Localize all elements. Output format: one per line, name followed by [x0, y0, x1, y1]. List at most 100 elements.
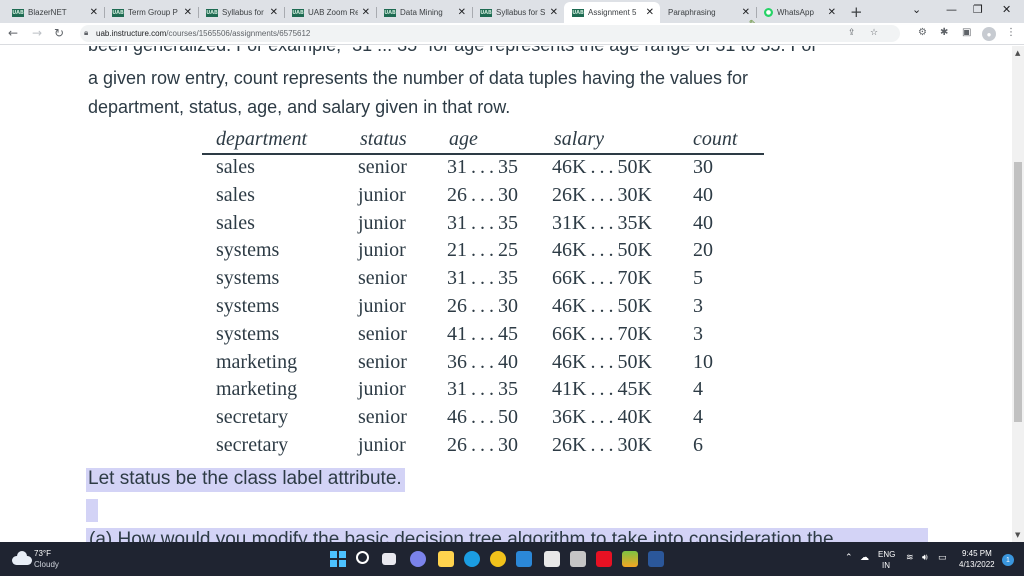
tab-assignment-5[interactable]: UAB Assignment 5 ✕	[564, 2, 660, 23]
browser-toolbar: ← → ↻ 🔒︎ uab.instructure.com/courses/156…	[0, 23, 1024, 45]
tab-whatsapp[interactable]: ● WhatsApp ✕	[756, 2, 842, 23]
close-icon[interactable]: ✕	[828, 7, 836, 18]
cloudy-weather-icon[interactable]	[10, 550, 32, 566]
url-domain: uab.instructure.com	[96, 29, 167, 38]
calendar-app-icon[interactable]	[570, 551, 586, 567]
word-icon[interactable]	[648, 551, 664, 567]
mail-icon[interactable]	[516, 551, 532, 567]
assignment-paragraph: a given row entry, count represents the …	[88, 64, 888, 122]
uab-favicon-icon: UAB	[384, 8, 396, 17]
uab-favicon-icon: UAB	[12, 8, 24, 17]
side-panel-icon[interactable]: ▣	[962, 27, 971, 38]
close-icon[interactable]: ✕	[90, 7, 98, 18]
tab-paraphrasing[interactable]: ✎ Paraphrasing ✕	[660, 2, 757, 30]
profile-avatar[interactable]: ●	[982, 27, 996, 41]
cell-department: systems	[216, 239, 280, 262]
cell-status: junior	[358, 239, 406, 262]
kebab-menu-icon[interactable]: ⋮	[1006, 27, 1016, 38]
cell-age: 26 . . . 30	[447, 433, 519, 456]
close-icon[interactable]: ✕	[458, 7, 466, 18]
tab-label: Syllabus for S	[222, 8, 266, 17]
window-close-icon[interactable]: ✕	[1002, 3, 1011, 16]
tab-blazernet[interactable]: UAB BlazerNET ✕	[4, 2, 104, 23]
cell-age: 31 . . . 35	[447, 267, 519, 290]
search-icon[interactable]	[356, 551, 369, 564]
paragraph-line: department, status, age, and salary give…	[88, 97, 511, 117]
tab-term-group[interactable]: UAB Term Group P ✕	[104, 2, 198, 23]
cloud-sync-icon[interactable]: ☁	[860, 553, 869, 563]
new-tab-button[interactable]: +	[850, 3, 863, 21]
tab-label: Paraphrasing	[668, 8, 716, 17]
tab-label: UAB Zoom Re	[308, 8, 358, 17]
cell-department: secretary	[216, 433, 289, 456]
url-path: /courses/1565506/assignments/6575612	[166, 29, 311, 38]
minimize-icon[interactable]: —	[946, 3, 957, 16]
cell-department: systems	[216, 322, 280, 345]
cell-department: secretary	[216, 406, 289, 429]
language-indicator[interactable]: ENG	[878, 550, 895, 559]
tab-data-mining[interactable]: UAB Data Mining ✕	[376, 2, 472, 23]
tab-syllabus-1[interactable]: UAB Syllabus for S ✕	[198, 2, 284, 23]
file-explorer-icon[interactable]	[438, 551, 454, 567]
cell-count: 6	[693, 433, 703, 456]
cell-count: 4	[693, 406, 703, 429]
tab-search-chevron-icon[interactable]: ⌄	[912, 3, 921, 16]
close-icon[interactable]: ✕	[646, 7, 654, 18]
volume-icon[interactable]: 🔊︎	[922, 553, 928, 563]
clock-time[interactable]: 9:45 PM	[962, 549, 992, 558]
cell-age: 26 . . . 30	[447, 183, 519, 206]
battery-icon[interactable]: ▭	[938, 553, 947, 563]
scroll-up-arrow-icon[interactable]: ▲	[1015, 49, 1020, 57]
notification-badge[interactable]: 1	[1002, 554, 1014, 566]
edge-browser-icon[interactable]	[464, 551, 480, 567]
address-bar[interactable]: 🔒︎ uab.instructure.com/courses/1565506/a…	[80, 25, 900, 42]
cell-salary: 46K . . . 50K	[552, 156, 652, 178]
cell-department: sales	[216, 211, 255, 234]
cell-age: 31 . . . 35	[447, 156, 519, 178]
reload-icon[interactable]: ↻	[54, 26, 64, 40]
windows-start-icon[interactable]	[330, 551, 346, 567]
close-icon[interactable]: ✕	[270, 7, 278, 18]
bookmark-star-icon[interactable]: ☆	[870, 28, 878, 38]
layers-app-icon[interactable]	[622, 551, 638, 567]
scrollbar-thumb[interactable]	[1014, 162, 1022, 422]
close-icon[interactable]: ✕	[362, 7, 370, 18]
highlighted-statement: Let status be the class label attribute.	[86, 468, 405, 492]
tab-label: BlazerNET	[28, 8, 67, 17]
tab-uab-zoom[interactable]: UAB UAB Zoom Re ✕	[284, 2, 376, 23]
forward-arrow-icon[interactable]: →	[32, 26, 42, 40]
cell-status: junior	[358, 433, 406, 456]
close-icon[interactable]: ✕	[184, 7, 192, 18]
lock-icon: 🔒︎	[84, 28, 89, 37]
store-icon[interactable]	[544, 551, 560, 567]
cell-age: 36 . . . 40	[447, 350, 519, 373]
table-header-rule	[202, 153, 764, 155]
chrome-browser-icon[interactable]	[490, 551, 506, 567]
cell-department: systems	[216, 267, 280, 290]
cell-department: marketing	[216, 350, 298, 373]
share-icon[interactable]: ⇪	[848, 28, 856, 38]
page-scrollbar[interactable]: ▲ ▼	[1012, 46, 1024, 542]
cell-status: senior	[358, 406, 407, 429]
cell-age: 31 . . . 35	[447, 211, 519, 234]
back-arrow-icon[interactable]: ←	[8, 26, 18, 40]
highlight-block	[86, 499, 98, 522]
wifi-icon[interactable]: ≋	[906, 553, 914, 563]
extensions-icon[interactable]: ✱	[940, 27, 948, 38]
teams-chat-icon[interactable]	[410, 551, 426, 567]
tab-label: Data Mining	[400, 8, 443, 17]
header-status: status	[360, 128, 407, 150]
tab-syllabus-2[interactable]: UAB Syllabus for S ✕	[472, 2, 564, 23]
cell-salary: 31K . . . 35K	[552, 211, 652, 234]
page-content: been generalized. For example, “31 ... 3…	[0, 46, 1012, 542]
extension-puzzle-icon[interactable]: ⚙	[918, 27, 927, 38]
cell-status: junior	[358, 294, 406, 317]
scroll-down-arrow-icon[interactable]: ▼	[1015, 531, 1020, 539]
cell-status: senior	[358, 350, 407, 373]
close-icon[interactable]: ✕	[550, 7, 558, 18]
cell-count: 40	[693, 183, 713, 206]
task-view-icon[interactable]	[382, 553, 396, 565]
office-icon[interactable]	[596, 551, 612, 567]
restore-icon[interactable]: ❐	[973, 3, 983, 16]
show-hidden-icons-chevron-icon[interactable]: ⌃	[845, 553, 853, 563]
